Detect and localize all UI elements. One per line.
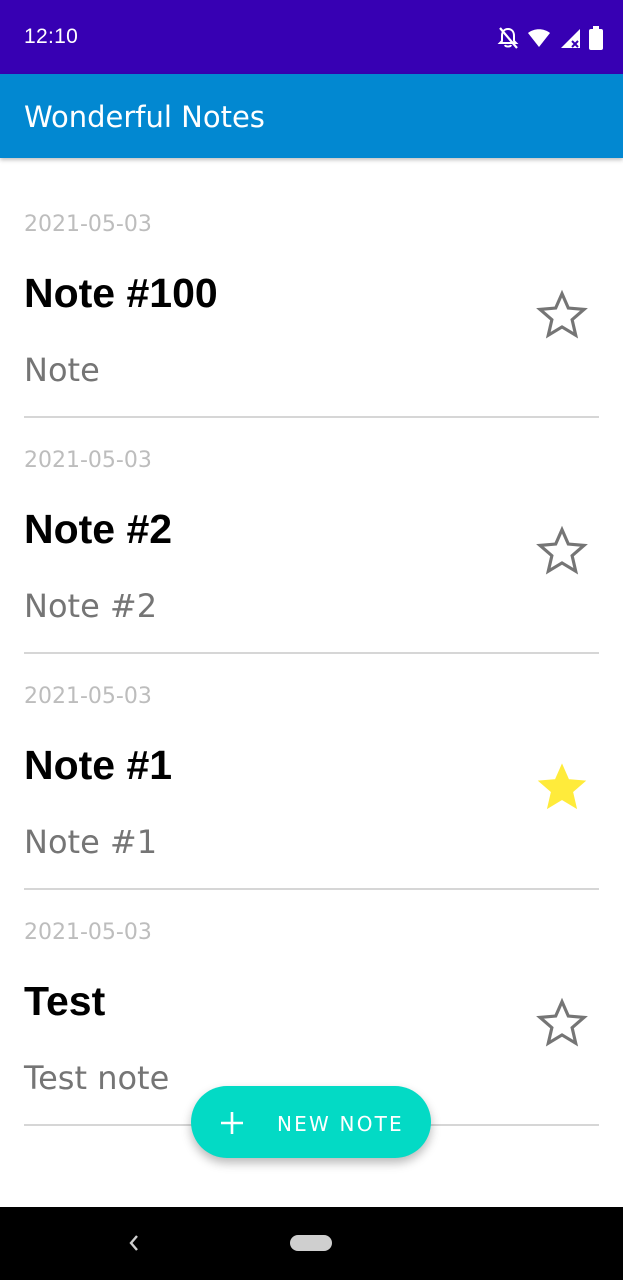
wifi-icon (527, 28, 551, 48)
plus-icon (219, 1110, 245, 1136)
status-time: 12:10 (24, 25, 79, 48)
note-date: 2021-05-03 (24, 448, 152, 473)
status-icons (497, 24, 603, 52)
note-list: 2021-05-03 Note #100 Note 2021-05-03 Not… (0, 158, 623, 1126)
note-item[interactable]: 2021-05-03 Note #1 Note #1 (24, 654, 599, 890)
note-item[interactable]: 2021-05-03 Note #100 Note (24, 182, 599, 418)
new-note-button[interactable]: NEW NOTE (191, 1086, 431, 1158)
note-body: Test note (24, 1059, 170, 1097)
new-note-label: NEW NOTE (277, 1112, 404, 1136)
star-outline-icon[interactable] (535, 288, 589, 342)
note-date: 2021-05-03 (24, 212, 152, 237)
note-title: Note #2 (24, 506, 173, 552)
app-title: Wonderful Notes (24, 100, 265, 134)
home-pill-icon[interactable] (290, 1235, 332, 1251)
status-bar: 12:10 (0, 0, 623, 74)
note-body: Note #1 (24, 823, 158, 861)
star-outline-icon[interactable] (535, 524, 589, 578)
note-title: Note #1 (24, 742, 173, 788)
system-nav-bar (0, 1207, 623, 1280)
star-filled-icon[interactable] (535, 760, 589, 814)
app-bar: Wonderful Notes (0, 74, 623, 158)
note-item[interactable]: 2021-05-03 Note #2 Note #2 (24, 418, 599, 654)
signal-icon (559, 27, 581, 49)
note-title: Test (24, 978, 106, 1024)
battery-icon (589, 26, 603, 50)
note-date: 2021-05-03 (24, 920, 152, 945)
star-outline-icon[interactable] (535, 996, 589, 1050)
note-title: Note #100 (24, 270, 218, 316)
note-date: 2021-05-03 (24, 684, 152, 709)
note-body: Note #2 (24, 587, 158, 625)
note-body: Note (24, 351, 100, 389)
notifications-off-icon (497, 26, 519, 50)
back-icon[interactable] (126, 1231, 142, 1255)
